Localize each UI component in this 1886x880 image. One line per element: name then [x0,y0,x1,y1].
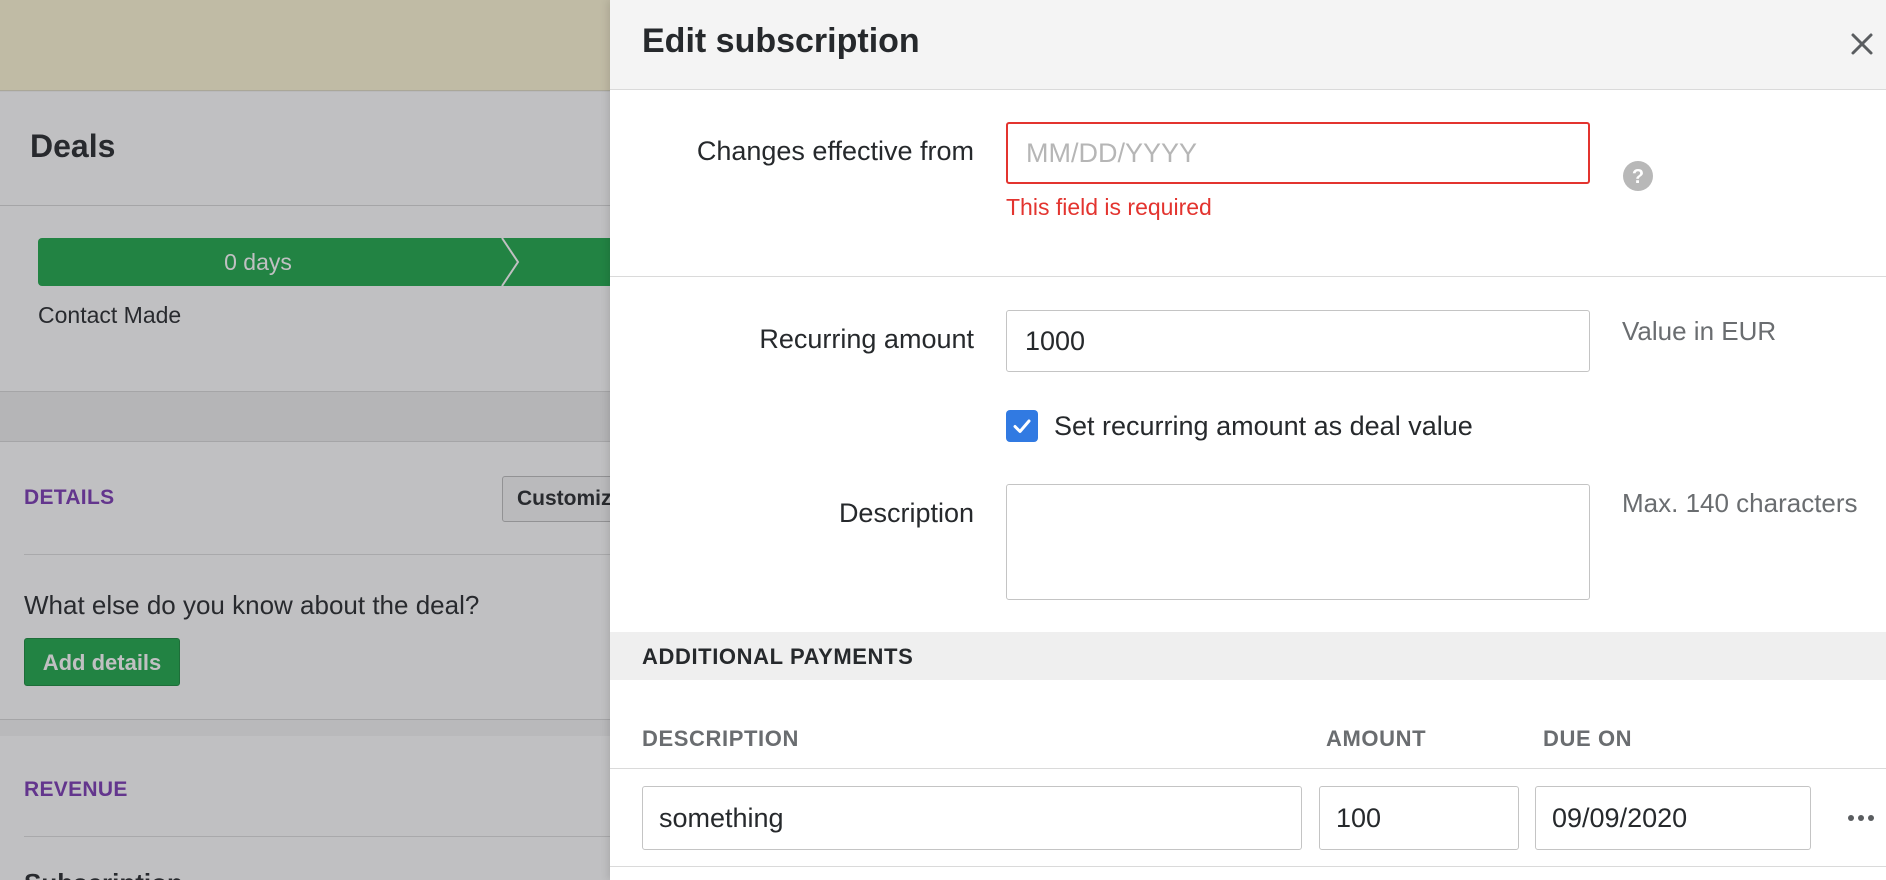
app-screen: Deals 0 days Contact Made DETAILS Custom… [0,0,1886,880]
column-header-amount: AMOUNT [1326,726,1427,751]
question-circle-icon[interactable]: ? [1622,160,1654,192]
close-icon[interactable] [1842,24,1882,64]
column-header-due-on: DUE ON [1543,726,1633,751]
effective-from-date-input[interactable] [1006,122,1590,184]
drawer-title: Edit subscription [642,22,920,60]
more-horizontal-icon[interactable] [1844,804,1878,832]
effective-from-label-wrap: Changes effective from [610,136,974,176]
description-label-wrap: Description [610,498,974,538]
max-characters-note: Max. 140 characters [1622,488,1858,518]
payments-row-divider [610,866,1886,867]
drawer-header: Edit subscription [610,0,1886,90]
additional-payments-title: ADDITIONAL PAYMENTS [642,644,914,669]
payment-description-input[interactable] [642,786,1302,850]
description-label: Description [838,498,974,528]
currency-note: Value in EUR [1622,316,1777,346]
recurring-amount-label-wrap: Recurring amount [610,324,974,364]
additional-payments-header: ADDITIONAL PAYMENTS [610,632,1886,680]
form-section-divider [610,276,1886,277]
effective-from-label: Changes effective from [696,136,974,166]
payment-due-date-input[interactable] [1535,786,1811,850]
recurring-amount-input[interactable] [1006,310,1590,372]
column-header-description: DESCRIPTION [642,726,799,751]
set-deal-value-checkbox[interactable] [1006,410,1038,442]
description-textarea[interactable] [1006,484,1590,600]
set-deal-value-label[interactable]: Set recurring amount as deal value [1054,410,1473,442]
svg-text:?: ? [1632,166,1644,188]
recurring-amount-label: Recurring amount [759,324,974,354]
payment-amount-input[interactable] [1319,786,1519,850]
effective-from-error: This field is required [1006,194,1212,220]
payments-table-divider [610,768,1886,769]
checkmark-icon [1013,419,1031,433]
edit-subscription-drawer: Edit subscription Changes effective from… [610,0,1886,880]
